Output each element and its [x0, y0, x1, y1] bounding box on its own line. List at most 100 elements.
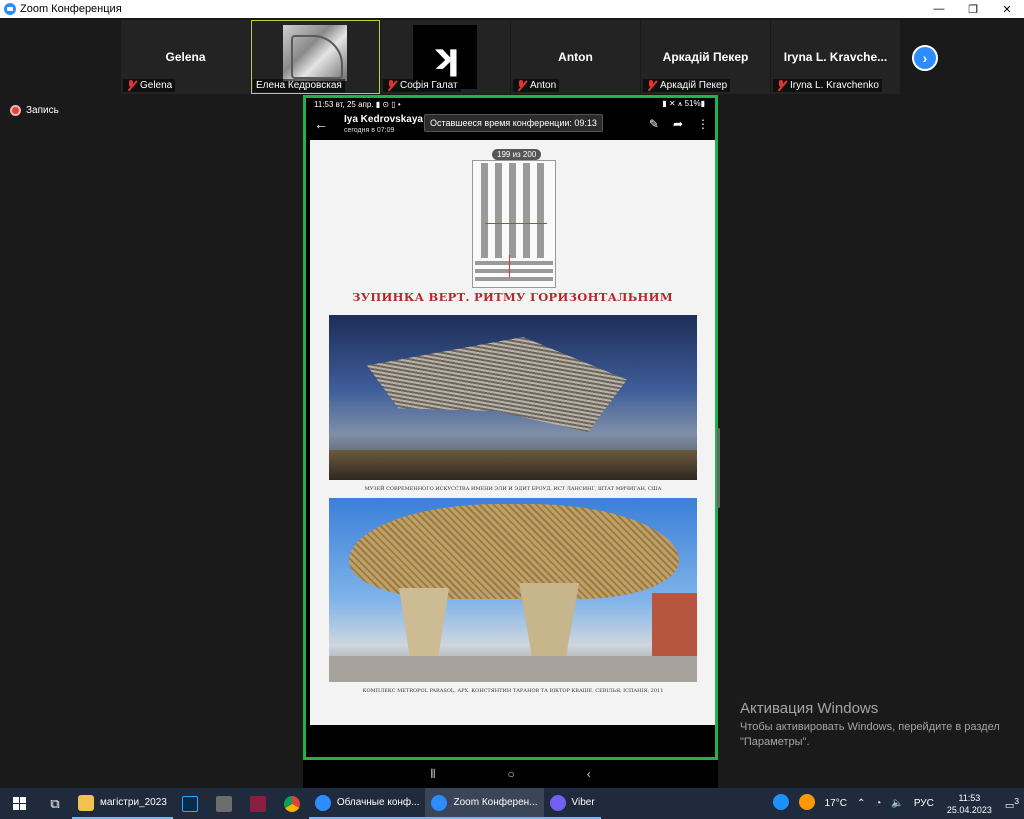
window-title-bar: Zoom Конференция — ❐ ✕ — [0, 0, 1024, 18]
weather-icon[interactable] — [798, 794, 815, 813]
system-tray: 17°C ⌃ ◔ 🔈 РУС 11:53 25.04.2023 ▭3 — [768, 788, 1024, 819]
taskbar-app-viber[interactable]: Viber — [543, 788, 601, 819]
participant-label: Gelena — [140, 80, 173, 91]
back-arrow-icon[interactable]: ← — [314, 116, 328, 132]
page-counter: 199 из 200 — [492, 149, 542, 160]
participant-label: Аркадій Пекер — [660, 80, 728, 91]
chevron-up-icon[interactable]: ⌃ — [857, 798, 865, 809]
muted-mic-icon — [646, 80, 656, 91]
taskbar-app-folder[interactable]: магістри_2023 — [72, 788, 173, 819]
back-icon[interactable]: ‹ — [587, 767, 591, 781]
task-view-icon[interactable]: ⧉ — [38, 788, 72, 819]
next-participants-button[interactable]: › — [912, 45, 938, 71]
parasol-photo — [329, 498, 697, 682]
taskbar-app-label: Viber — [571, 797, 595, 808]
vertical-bar — [509, 163, 516, 258]
participant-footer: Anton — [513, 79, 560, 92]
taskbar-app-label: Zoom Конферен... — [453, 797, 538, 808]
taskbar-app-zoom-meeting[interactable]: Zoom Конферен... — [425, 788, 544, 819]
start-button[interactable] — [0, 788, 38, 819]
help-icon[interactable] — [772, 794, 789, 813]
calculator-icon[interactable] — [207, 788, 241, 819]
share-icon[interactable]: ➦ — [673, 117, 683, 131]
participant-label: Anton — [530, 80, 557, 91]
shared-screen: 11:53 вт, 25 апр. ▮ ⊙ ▯ • ▮ ✕ ⩚ 51%▮ ← I… — [303, 95, 720, 760]
phone-viewer-header: ← Iya Kedrovskaya сегодня в 07:09 ✎ ➦ ⋮ … — [306, 110, 715, 140]
window-title: Zoom Конференция — [20, 3, 122, 15]
windows-activation-watermark: Активация Windows Чтобы активировать Win… — [740, 700, 1000, 750]
horizontal-bar — [475, 269, 553, 273]
home-icon[interactable]: ○ — [508, 767, 515, 781]
minimize-button[interactable]: — — [922, 0, 956, 18]
participant-tile-active-speaker[interactable]: Елена Кедровская — [251, 20, 380, 94]
red-arrow-horizontal — [485, 223, 547, 224]
recording-indicator[interactable]: Запись — [10, 105, 59, 116]
presentation-slide: 199 из 200 ЗУПИНКА ВЕРТ. РИТМУ ГОРИЗОНТА… — [310, 140, 715, 725]
more-icon[interactable]: ⋮ — [697, 117, 709, 131]
muted-mic-icon — [516, 80, 526, 91]
meeting-view: Gelena Gelena Елена Кедровская ʞ Софія Г… — [0, 18, 1024, 788]
clock-time: 11:53 — [958, 792, 981, 803]
restore-button[interactable]: ❐ — [956, 0, 990, 18]
record-label: Запись — [26, 105, 59, 116]
folder-icon — [78, 794, 94, 811]
slide-heading: ЗУПИНКА ВЕРТ. РИТМУ ГОРИЗОНТАЛЬНИМ — [352, 290, 673, 304]
taskbar-app-zoom-cloud[interactable]: Облачные конф... — [308, 788, 426, 819]
chrome-icon[interactable] — [275, 788, 309, 819]
participant-tile[interactable]: Gelena Gelena — [121, 20, 250, 94]
participant-name: Gelena — [165, 50, 206, 64]
network-icon[interactable]: ◔ — [875, 798, 881, 809]
clock-date: 25.04.2023 — [946, 804, 992, 815]
phone-status-bar: 11:53 вт, 25 апр. ▮ ⊙ ▯ • ▮ ✕ ⩚ 51%▮ — [306, 98, 715, 110]
photo-caption: МУЗЕЙ СОВРЕМЕННОГО ИСКУССТВА ИМЕНИ ЭЛИ И… — [364, 486, 662, 492]
participant-label: Iryna L. Kravchenko — [790, 80, 879, 91]
muted-mic-icon — [386, 80, 396, 91]
participant-name: Аркадій Пекер — [662, 50, 749, 64]
language-indicator[interactable]: РУС — [914, 798, 934, 809]
museum-ground — [329, 450, 697, 480]
weather-temp[interactable]: 17°C — [825, 798, 847, 809]
participant-label: Елена Кедровская — [256, 80, 342, 91]
participant-footer: Gelena — [123, 79, 176, 92]
photoshop-icon[interactable] — [173, 788, 207, 819]
participant-footer: Елена Кедровская — [253, 79, 345, 92]
phone-status-left: 11:53 вт, 25 апр. ▮ ⊙ ▯ • — [314, 99, 401, 109]
parasol-canopy — [349, 504, 679, 599]
close-button[interactable]: ✕ — [990, 0, 1024, 18]
notification-count: 3 — [1014, 795, 1019, 806]
phone-nav-bar: ⦀ ○ ‹ — [303, 760, 718, 788]
horizontal-bar — [475, 261, 553, 265]
notifications-icon[interactable]: ▭3 — [1005, 796, 1019, 811]
zoom-icon — [431, 794, 448, 811]
museum-photo — [329, 315, 697, 480]
volume-icon[interactable]: 🔈 — [891, 798, 903, 809]
muted-mic-icon — [126, 80, 136, 91]
participant-footer: Iryna L. Kravchenko — [773, 79, 882, 92]
participant-footer: Аркадій Пекер — [643, 79, 731, 92]
vertical-bar — [523, 163, 530, 258]
zoom-app-icon — [4, 3, 16, 15]
activation-title: Активация Windows — [740, 700, 879, 717]
red-arrow-vertical — [509, 255, 510, 277]
viewer-tools: ✎ ➦ ⋮ — [635, 117, 709, 131]
sent-time: сегодня в 07:09 — [344, 127, 395, 134]
participant-tile[interactable]: ʞ Софія Галат — [381, 20, 510, 94]
remaining-time-tooltip: Оставшееся время конференции: 09:13 — [424, 114, 603, 132]
windows-logo-icon — [12, 797, 26, 810]
parasol-floor — [329, 656, 697, 682]
participant-tile[interactable]: Anton Anton — [511, 20, 640, 94]
photo-caption: КОМПЛЕКС METROPOL PARASOL. АРХ. КОНСТЯНТ… — [362, 688, 664, 694]
horizontal-bar — [475, 277, 553, 281]
edit-icon[interactable]: ✎ — [649, 117, 659, 131]
clock[interactable]: 11:53 25.04.2023 — [947, 792, 992, 816]
muted-mic-icon — [776, 80, 786, 91]
viewer-scrollbar[interactable] — [717, 428, 720, 508]
participant-tile[interactable]: Аркадій Пекер Аркадій Пекер — [641, 20, 770, 94]
participant-tile[interactable]: Iryna L. Kravche... Iryna L. Kravchenko — [771, 20, 900, 94]
save-disk-icon[interactable] — [241, 788, 275, 819]
recent-apps-icon[interactable]: ⦀ — [430, 767, 435, 782]
participant-name: Iryna L. Kravche... — [783, 50, 888, 64]
museum-roof-shape — [367, 337, 627, 432]
taskbar-app-label: магістри_2023 — [100, 797, 167, 808]
rhythm-diagram — [472, 160, 556, 288]
